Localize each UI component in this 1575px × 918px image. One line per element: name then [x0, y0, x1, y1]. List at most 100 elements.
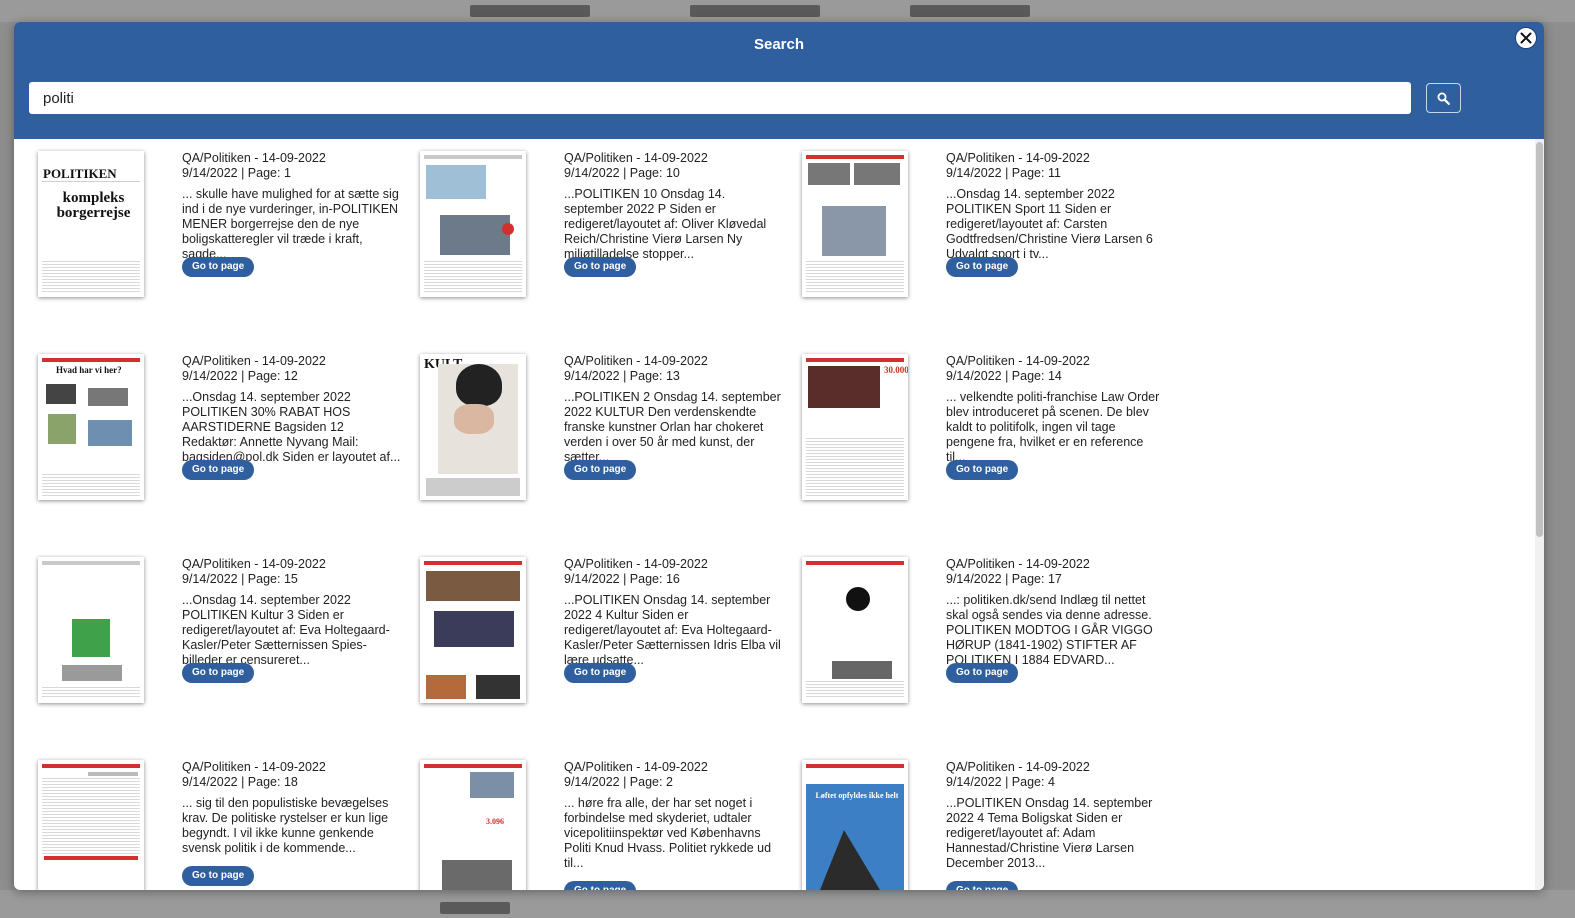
search-icon — [1437, 92, 1450, 105]
result-snippet: ...Onsdag 14. september 2022 POLITIKEN S… — [946, 187, 1153, 261]
result-source: QA/Politiken - 14-09-2022 — [946, 760, 1090, 774]
result-source: QA/Politiken - 14-09-2022 — [182, 557, 326, 571]
result-item: QA/Politiken - 14-09-2022 9/14/2022 | Pag… — [26, 748, 408, 890]
result-date-page: 9/14/2022 | Page: 12 — [182, 369, 298, 383]
page-thumbnail[interactable]: Hvad har vi her? — [38, 354, 144, 500]
go-to-page-button[interactable]: Go to page — [182, 257, 255, 277]
modal-header: Search — [14, 22, 1544, 139]
result-item: Løftet opfyldes ikke helt QA/Politiken - … — [790, 748, 1172, 890]
result-source: QA/Politiken - 14-09-2022 — [946, 151, 1090, 165]
result-date-page: 9/14/2022 | Page: 10 — [564, 166, 680, 180]
result-date-page: 9/14/2022 | Page: 15 — [182, 572, 298, 586]
page-thumbnail[interactable]: 30.000 — [802, 354, 908, 500]
result-snippet: ...Onsdag 14. september 2022 POLITIKEN K… — [182, 593, 390, 667]
result-source: QA/Politiken - 14-09-2022 — [564, 354, 708, 368]
result-item: 30.000 QA/Politiken - 14-09-2022 9/14/2022… — [790, 342, 1172, 532]
result-date-page: 9/14/2022 | Page: 2 — [564, 775, 673, 789]
result-item: QA/Politiken - 14-09-2022 9/14/2022 | Pag… — [26, 545, 408, 735]
go-to-page-button[interactable]: Go to page — [946, 881, 1019, 890]
result-snippet: ... skulle have mulighed for at sætte si… — [182, 187, 399, 261]
page-thumbnail[interactable] — [802, 557, 908, 703]
go-to-page-button[interactable]: Go to page — [564, 881, 637, 890]
result-source: QA/Politiken - 14-09-2022 — [182, 151, 326, 165]
result-date-page: 9/14/2022 | Page: 18 — [182, 775, 298, 789]
result-item: QA/Politiken - 14-09-2022 9/14/2022 | Pag… — [790, 545, 1172, 735]
go-to-page-button[interactable]: Go to page — [946, 460, 1019, 480]
result-snippet: ... sig til den populistiske bevægelses … — [182, 796, 389, 855]
thumb-headline: kompleks borgerrejse — [56, 190, 131, 221]
search-button[interactable] — [1426, 83, 1461, 113]
page-thumbnail[interactable] — [802, 151, 908, 297]
result-source: QA/Politiken - 14-09-2022 — [182, 354, 326, 368]
page-thumbnail[interactable] — [38, 557, 144, 703]
result-item: QA/Politiken - 14-09-2022 9/14/2022 | Pag… — [408, 545, 790, 735]
go-to-page-button[interactable]: Go to page — [182, 663, 255, 683]
thumb-masthead: POLITIKEN — [43, 166, 117, 181]
result-date-page: 9/14/2022 | Page: 11 — [946, 166, 1061, 180]
result-item: KULT QA/Politiken - 14-09-20229/14/2022 |… — [408, 342, 790, 532]
result-item: QA/Politiken - 14-09-2022 9/14/2022 | Pag… — [408, 139, 790, 329]
result-source: QA/Politiken - 14-09-2022 — [946, 557, 1090, 571]
result-meta: QA/Politiken - 14-09-2022 9/14/2022 | Pag… — [946, 760, 1166, 871]
result-meta: QA/Politiken - 14-09-2022 9/14/2022 | Pag… — [564, 557, 784, 668]
modal-title: Search — [753, 36, 805, 53]
go-to-page-button[interactable]: Go to page — [564, 257, 637, 277]
result-snippet: ...POLITIKEN 10 Onsdag 14. september 202… — [564, 187, 767, 261]
result-meta: QA/Politiken - 14-09-2022 9/14/2022 | Pag… — [946, 151, 1166, 262]
search-modal: Search POLITIKEN kompleks borgerrejse QA/P… — [14, 22, 1544, 890]
result-snippet: ...Onsdag 14. september 2022 POLITIKEN 3… — [182, 390, 401, 464]
result-date-page: 9/14/2022 | Page: 13 — [564, 369, 680, 383]
scrollbar-thumb[interactable] — [1536, 142, 1543, 537]
result-date-page: 9/14/2022 | Page: 1 — [182, 166, 291, 180]
result-snippet: ...POLITIKEN Onsdag 14. september 2022 4… — [564, 593, 781, 667]
page-thumbnail[interactable] — [38, 760, 144, 890]
page-thumbnail[interactable]: POLITIKEN kompleks borgerrejse — [38, 151, 144, 297]
result-meta: QA/Politiken - 14-09-2022 9/14/2022 | Pag… — [182, 354, 402, 465]
result-date-page: 9/14/2022 | Page: 4 — [946, 775, 1055, 789]
page-thumbnail[interactable]: Løftet opfyldes ikke helt — [802, 760, 908, 890]
close-button[interactable] — [1515, 27, 1537, 49]
page-thumbnail[interactable] — [420, 557, 526, 703]
search-input[interactable] — [29, 82, 1411, 114]
result-meta: QA/Politiken - 14-09-2022 9/14/2022 | Pag… — [946, 557, 1166, 668]
result-meta: QA/Politiken - 14-09-2022 9/14/2022 | Pag… — [182, 151, 402, 262]
result-meta: QA/Politiken - 14-09-2022 9/14/2022 | Pag… — [564, 151, 784, 262]
result-date-page: 9/14/2022 | Page: 14 — [946, 369, 1062, 383]
result-item: Hvad har vi her? QA/Politiken - 14-09-202… — [26, 342, 408, 532]
result-source: QA/Politiken - 14-09-2022 — [564, 557, 708, 571]
thumb-headline: Hvad har vi her? — [56, 365, 122, 375]
page-thumbnail[interactable]: 3.096 — [420, 760, 526, 890]
result-meta: QA/Politiken - 14-09-2022 9/14/2022 | Pag… — [946, 354, 1166, 465]
background-page-top — [0, 0, 1575, 22]
page-thumbnail[interactable] — [420, 151, 526, 297]
go-to-page-button[interactable]: Go to page — [946, 663, 1019, 683]
go-to-page-button[interactable]: Go to page — [946, 257, 1019, 277]
result-source: QA/Politiken - 14-09-2022 — [182, 760, 326, 774]
results-grid: POLITIKEN kompleks borgerrejse QA/Politike… — [14, 139, 1535, 890]
result-snippet: ...POLITIKEN 2 Onsdag 14. september 2022… — [564, 390, 781, 464]
go-to-page-button[interactable]: Go to page — [564, 460, 637, 480]
close-icon — [1520, 32, 1532, 44]
result-snippet: ...POLITIKEN Onsdag 14. september 2022 4… — [946, 796, 1153, 870]
result-date-page: 9/14/2022 | Page: 16 — [564, 572, 680, 586]
result-source: QA/Politiken - 14-09-2022 — [564, 151, 708, 165]
page-thumbnail[interactable]: KULT — [420, 354, 526, 500]
result-snippet: ... høre fra alle, der har set noget i f… — [564, 796, 772, 870]
result-item: QA/Politiken - 14-09-2022 9/14/2022 | Pag… — [790, 139, 1172, 329]
result-snippet: ... velkendte politi-franchise Law Order… — [946, 390, 1160, 464]
background-page-bottom — [0, 890, 1575, 918]
result-source: QA/Politiken - 14-09-2022 — [946, 354, 1090, 368]
result-meta: QA/Politiken - 14-09-2022 9/14/2022 | Pag… — [564, 354, 784, 465]
result-item: 3.096 QA/Politiken - 14-09-2022 9/14/2022 … — [408, 748, 790, 890]
go-to-page-button[interactable]: Go to page — [182, 866, 255, 886]
result-date-page: 9/14/2022 | Page: 17 — [946, 572, 1062, 586]
thumb-headline: Løftet opfyldes ikke helt — [815, 791, 899, 800]
result-snippet: ...: politiken.dk/send Indlæg til nettet… — [946, 593, 1153, 667]
result-source: QA/Politiken - 14-09-2022 — [564, 760, 708, 774]
result-item: POLITIKEN kompleks borgerrejse QA/Politike… — [26, 139, 408, 329]
go-to-page-button[interactable]: Go to page — [564, 663, 637, 683]
result-meta: QA/Politiken - 14-09-2022 9/14/2022 | Pag… — [564, 760, 784, 871]
go-to-page-button[interactable]: Go to page — [182, 460, 255, 480]
result-meta: QA/Politiken - 14-09-2022 9/14/2022 | Pag… — [182, 760, 402, 871]
result-meta: QA/Politiken - 14-09-2022 9/14/2022 | Pag… — [182, 557, 402, 668]
